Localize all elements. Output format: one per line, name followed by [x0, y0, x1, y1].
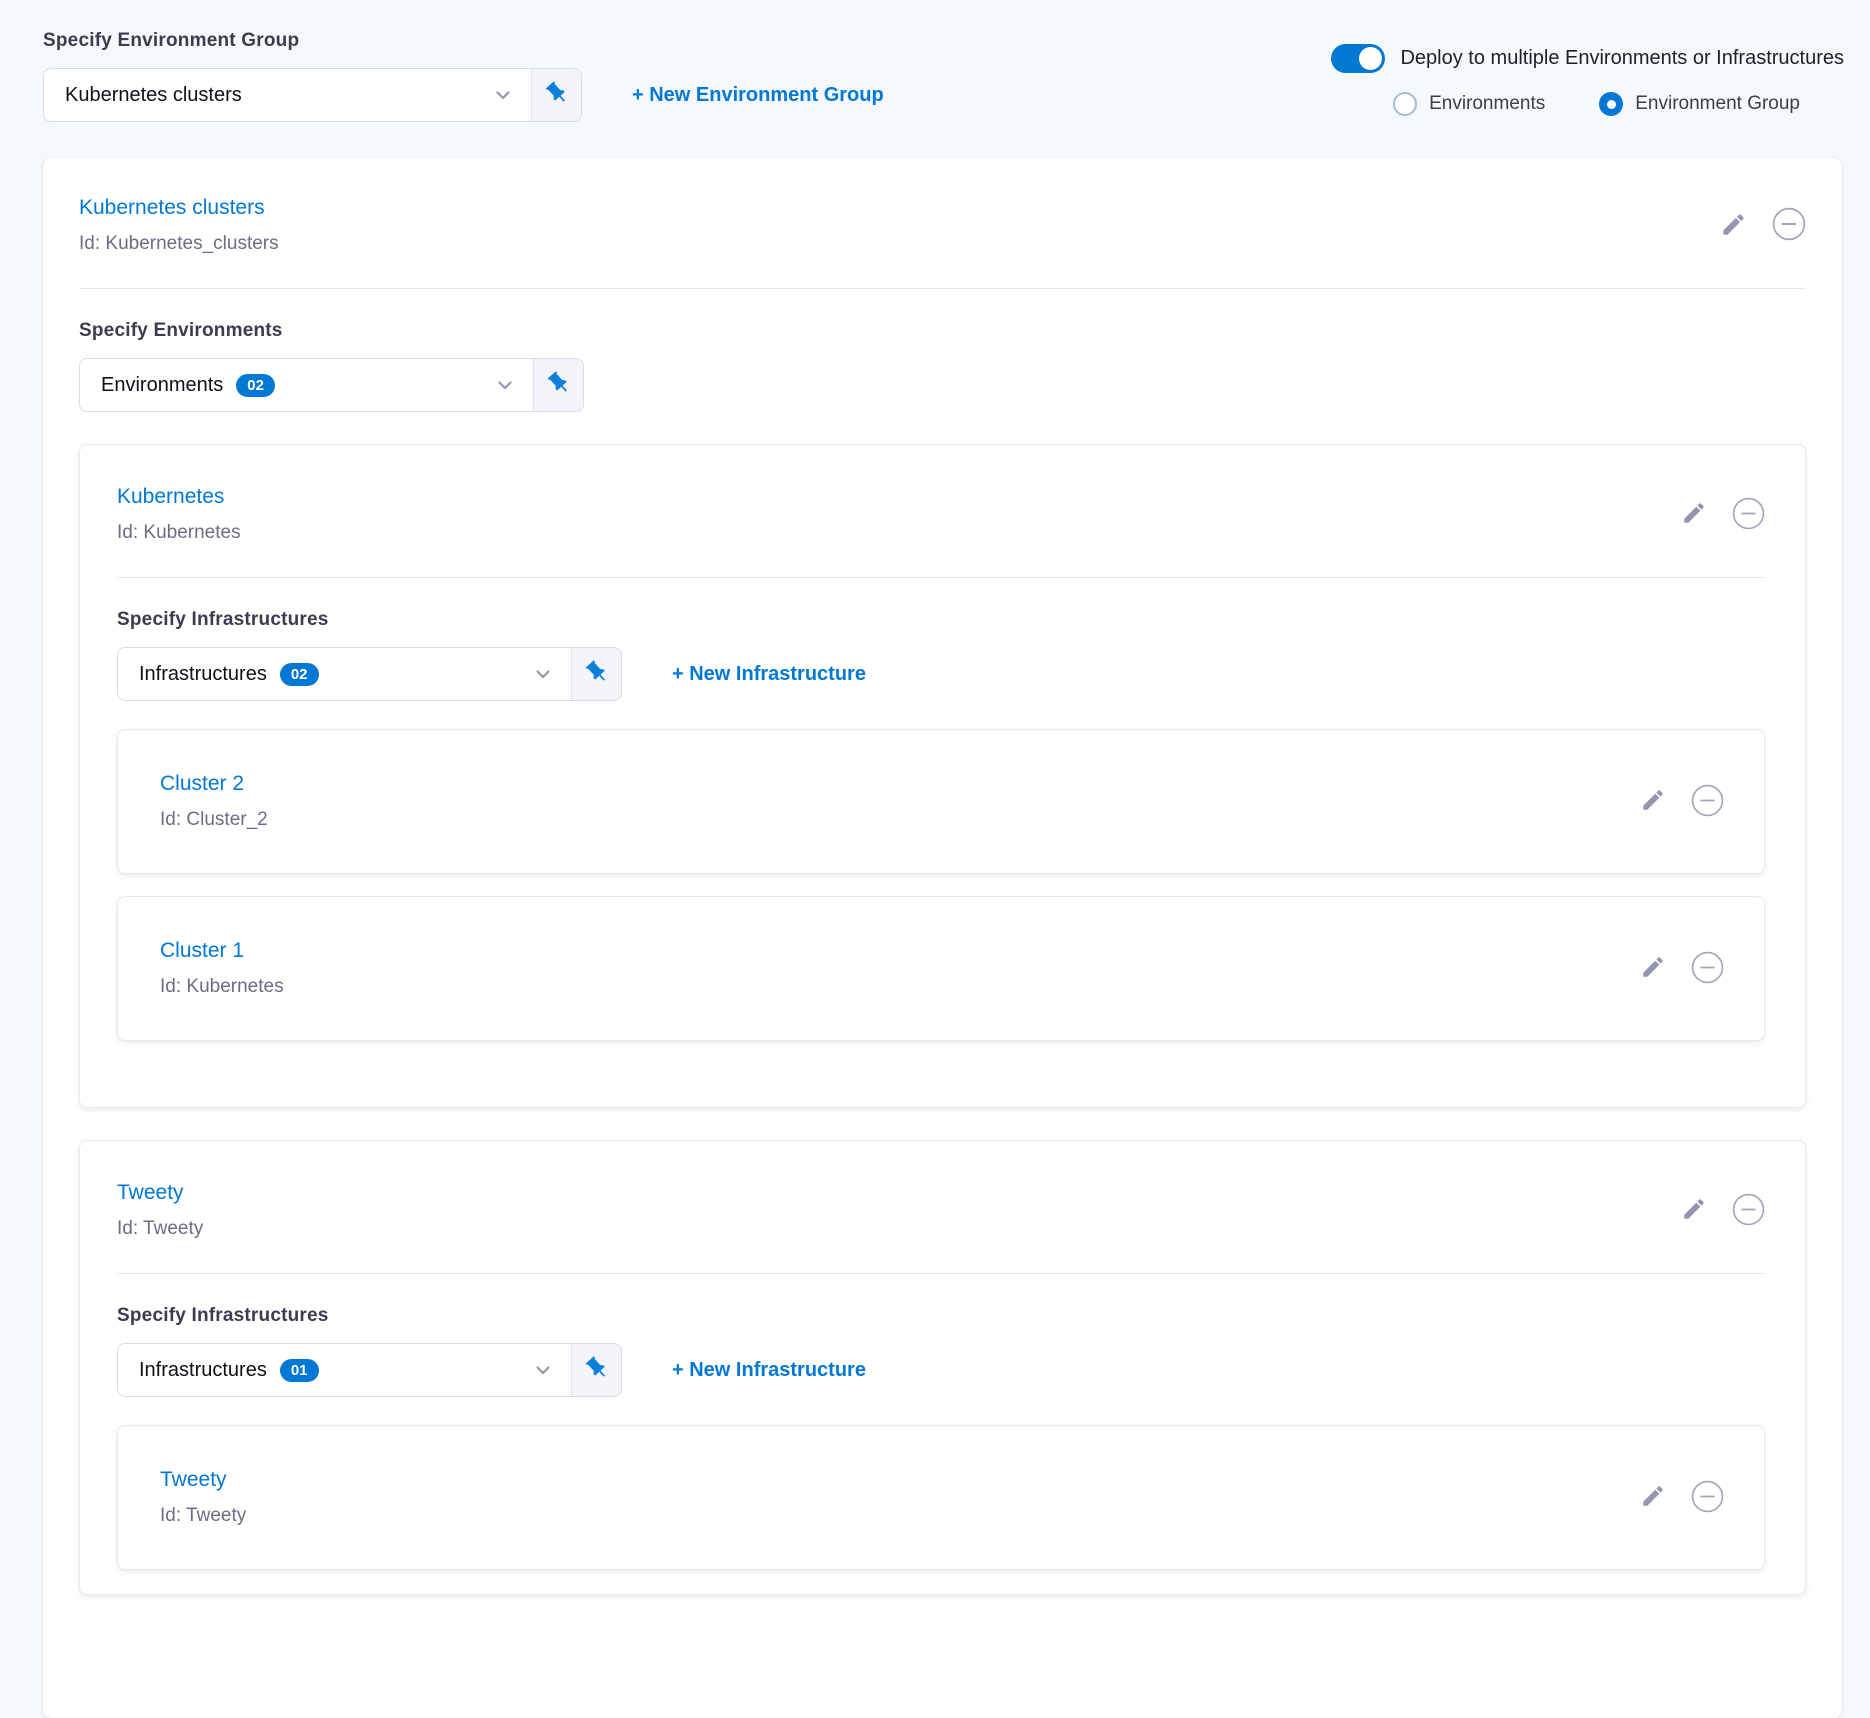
env-group-select-value: Kubernetes clusters: [65, 84, 242, 107]
radio-environment-group[interactable]: Environment Group: [1599, 92, 1800, 116]
top-bar: Specify Environment Group Kubernetes clu…: [0, 0, 1870, 122]
remove-environment-group-button[interactable]: [1772, 207, 1806, 244]
deploy-target-radio-group: Environments Environment Group: [1393, 92, 1800, 116]
specify-infrastructures-label: Specify Infrastructures: [117, 609, 1765, 631]
infrastructure-title-link[interactable]: Tweety: [160, 1468, 227, 1491]
radio-environment-group-circle[interactable]: [1599, 92, 1623, 116]
environments-count-badge: 02: [236, 374, 275, 397]
environment-group-title-link[interactable]: Kubernetes clusters: [79, 196, 265, 219]
edit-environment-button[interactable]: [1681, 1196, 1707, 1225]
pencil-icon: [1720, 211, 1747, 241]
infrastructures-count-badge: 01: [280, 1359, 319, 1382]
infrastructures-count-badge: 02: [280, 663, 319, 686]
edit-environment-group-button[interactable]: [1720, 211, 1747, 241]
header-divider: [79, 288, 1806, 289]
edit-infrastructure-button[interactable]: [1640, 954, 1666, 983]
deploy-multiple-toggle[interactable]: [1331, 44, 1385, 73]
infrastructure-title-link[interactable]: Cluster 2: [160, 772, 244, 795]
minus-circle-icon: [1732, 497, 1765, 533]
edit-environment-button[interactable]: [1681, 500, 1707, 529]
remove-infrastructure-button[interactable]: [1691, 1480, 1724, 1516]
pushpin-icon: [544, 80, 570, 111]
pencil-icon: [1681, 1196, 1707, 1225]
edit-infrastructure-button[interactable]: [1640, 787, 1666, 816]
remove-infrastructure-button[interactable]: [1691, 784, 1724, 820]
pin-button[interactable]: [571, 648, 621, 700]
environments-select-value: Environments: [101, 374, 223, 397]
minus-circle-icon: [1691, 951, 1724, 987]
chevron-down-icon: [531, 1358, 555, 1382]
environment-id: Id: Tweety: [117, 1218, 203, 1240]
new-infrastructure-button[interactable]: + New Infrastructure: [672, 1359, 866, 1382]
specify-infrastructures-label: Specify Infrastructures: [117, 1305, 1765, 1327]
environment-id: Id: Kubernetes: [117, 522, 241, 544]
remove-infrastructure-button[interactable]: [1691, 951, 1724, 987]
remove-environment-button[interactable]: [1732, 1193, 1765, 1229]
environment-title-link[interactable]: Tweety: [117, 1181, 184, 1204]
pencil-icon: [1681, 500, 1707, 529]
new-environment-group-button[interactable]: + New Environment Group: [632, 84, 884, 107]
environment-card-kubernetes: Kubernetes Id: Kubernetes Specify Infras…: [79, 444, 1806, 1108]
infrastructure-card-cluster-2: Cluster 2 Id: Cluster_2: [117, 729, 1765, 874]
env-group-select[interactable]: Kubernetes clusters: [43, 68, 582, 122]
env-group-label: Specify Environment Group: [43, 30, 884, 52]
infrastructures-select-value: Infrastructures: [139, 1359, 267, 1382]
minus-circle-icon: [1772, 207, 1806, 244]
infrastructure-id: Id: Cluster_2: [160, 809, 268, 831]
pin-button[interactable]: [533, 359, 583, 411]
environment-group-id: Id: Kubernetes_clusters: [79, 233, 279, 255]
infrastructures-select[interactable]: Infrastructures 02: [117, 647, 622, 701]
pushpin-icon: [584, 659, 610, 690]
chevron-down-icon: [491, 83, 515, 107]
specify-environments-label: Specify Environments: [79, 320, 1806, 342]
radio-environments-circle[interactable]: [1393, 92, 1417, 116]
infrastructure-title-link[interactable]: Cluster 1: [160, 939, 244, 962]
pushpin-icon: [546, 370, 572, 401]
infrastructure-id: Id: Kubernetes: [160, 976, 284, 998]
pin-button[interactable]: [571, 1344, 621, 1396]
environment-divider: [117, 577, 1765, 578]
pushpin-icon: [584, 1355, 610, 1386]
pencil-icon: [1640, 787, 1666, 816]
infrastructure-id: Id: Tweety: [160, 1505, 246, 1527]
deploy-mode-controls: Deploy to multiple Environments or Infra…: [1331, 30, 1844, 116]
minus-circle-icon: [1732, 1193, 1765, 1229]
chevron-down-icon: [531, 662, 555, 686]
environment-group-card: Kubernetes clusters Id: Kubernetes_clust…: [43, 158, 1842, 1718]
edit-infrastructure-button[interactable]: [1640, 1483, 1666, 1512]
new-infrastructure-button[interactable]: + New Infrastructure: [672, 663, 866, 686]
pin-button[interactable]: [531, 69, 581, 121]
environment-group-picker: Specify Environment Group Kubernetes clu…: [43, 30, 884, 122]
environment-card-tweety: Tweety Id: Tweety Specify Infrastructure…: [79, 1140, 1806, 1595]
infrastructure-card-tweety: Tweety Id: Tweety: [117, 1425, 1765, 1570]
environments-select[interactable]: Environments 02: [79, 358, 584, 412]
remove-environment-button[interactable]: [1732, 497, 1765, 533]
minus-circle-icon: [1691, 784, 1724, 820]
radio-environment-group-label: Environment Group: [1635, 93, 1800, 115]
pencil-icon: [1640, 1483, 1666, 1512]
deploy-toggle-label: Deploy to multiple Environments or Infra…: [1400, 47, 1844, 70]
environment-divider: [117, 1273, 1765, 1274]
environment-group-card-header: Kubernetes clusters Id: Kubernetes_clust…: [79, 196, 1806, 255]
infrastructures-select-value: Infrastructures: [139, 663, 267, 686]
minus-circle-icon: [1691, 1480, 1724, 1516]
chevron-down-icon: [493, 373, 517, 397]
radio-environments[interactable]: Environments: [1393, 92, 1545, 116]
pencil-icon: [1640, 954, 1666, 983]
environment-title-link[interactable]: Kubernetes: [117, 485, 224, 508]
toggle-knob: [1359, 47, 1382, 70]
radio-environments-label: Environments: [1429, 93, 1545, 115]
infrastructures-select[interactable]: Infrastructures 01: [117, 1343, 622, 1397]
infrastructure-card-cluster-1: Cluster 1 Id: Kubernetes: [117, 896, 1765, 1041]
